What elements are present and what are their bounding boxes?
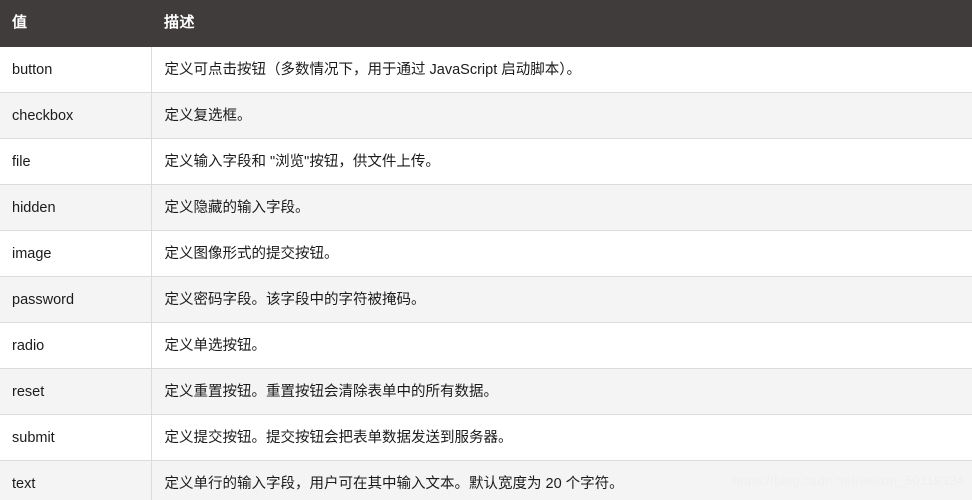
cell-input-type-value: submit xyxy=(0,414,152,461)
input-type-reference-table: 值 描述 button 定义可点击按钮（多数情况下，用于通过 JavaScript… xyxy=(0,0,972,500)
table-row: checkbox 定义复选框。 xyxy=(0,92,972,139)
cell-input-type-description: 定义复选框。 xyxy=(151,92,972,139)
cell-input-type-description: 定义提交按钮。提交按钮会把表单数据发送到服务器。 xyxy=(151,414,972,461)
cell-input-type-description: 定义可点击按钮（多数情况下，用于通过 JavaScript 启动脚本）。 xyxy=(151,47,972,93)
table-body: button 定义可点击按钮（多数情况下，用于通过 JavaScript 启动脚本… xyxy=(0,47,972,500)
table-header: 值 描述 xyxy=(0,0,972,47)
cell-input-type-description: 定义密码字段。该字段中的字符被掩码。 xyxy=(151,276,972,323)
cell-input-type-description: 定义单选按钮。 xyxy=(151,322,972,369)
cell-input-type-description: 定义隐藏的输入字段。 xyxy=(151,184,972,231)
cell-input-type-value: text xyxy=(0,460,152,500)
table-header-row: 值 描述 xyxy=(0,0,972,47)
cell-input-type-value: checkbox xyxy=(0,92,152,139)
cell-input-type-value: file xyxy=(0,138,152,185)
table-row: radio 定义单选按钮。 xyxy=(0,322,972,369)
column-header-value: 值 xyxy=(0,0,151,47)
column-header-description: 描述 xyxy=(151,0,972,47)
table-row: password 定义密码字段。该字段中的字符被掩码。 xyxy=(0,276,972,323)
table-row: hidden 定义隐藏的输入字段。 xyxy=(0,184,972,231)
cell-input-type-value: radio xyxy=(0,322,152,369)
cell-input-type-value: password xyxy=(0,276,152,323)
input-type-reference-table-container: 值 描述 button 定义可点击按钮（多数情况下，用于通过 JavaScript… xyxy=(0,0,972,500)
cell-input-type-description: 定义单行的输入字段，用户可在其中输入文本。默认宽度为 20 个字符。 xyxy=(151,460,972,500)
cell-input-type-value: image xyxy=(0,230,152,277)
table-row: button 定义可点击按钮（多数情况下，用于通过 JavaScript 启动脚本… xyxy=(0,47,972,93)
table-row: image 定义图像形式的提交按钮。 xyxy=(0,230,972,277)
table-row: file 定义输入字段和 "浏览"按钮，供文件上传。 xyxy=(0,138,972,185)
cell-input-type-value: reset xyxy=(0,368,152,415)
cell-input-type-description: 定义重置按钮。重置按钮会清除表单中的所有数据。 xyxy=(151,368,972,415)
cell-input-type-description: 定义输入字段和 "浏览"按钮，供文件上传。 xyxy=(151,138,972,185)
cell-input-type-value: hidden xyxy=(0,184,152,231)
cell-input-type-description: 定义图像形式的提交按钮。 xyxy=(151,230,972,277)
table-row: submit 定义提交按钮。提交按钮会把表单数据发送到服务器。 xyxy=(0,414,972,461)
cell-input-type-value: button xyxy=(0,47,152,93)
table-row: reset 定义重置按钮。重置按钮会清除表单中的所有数据。 xyxy=(0,368,972,415)
table-row: text 定义单行的输入字段，用户可在其中输入文本。默认宽度为 20 个字符。 xyxy=(0,460,972,500)
